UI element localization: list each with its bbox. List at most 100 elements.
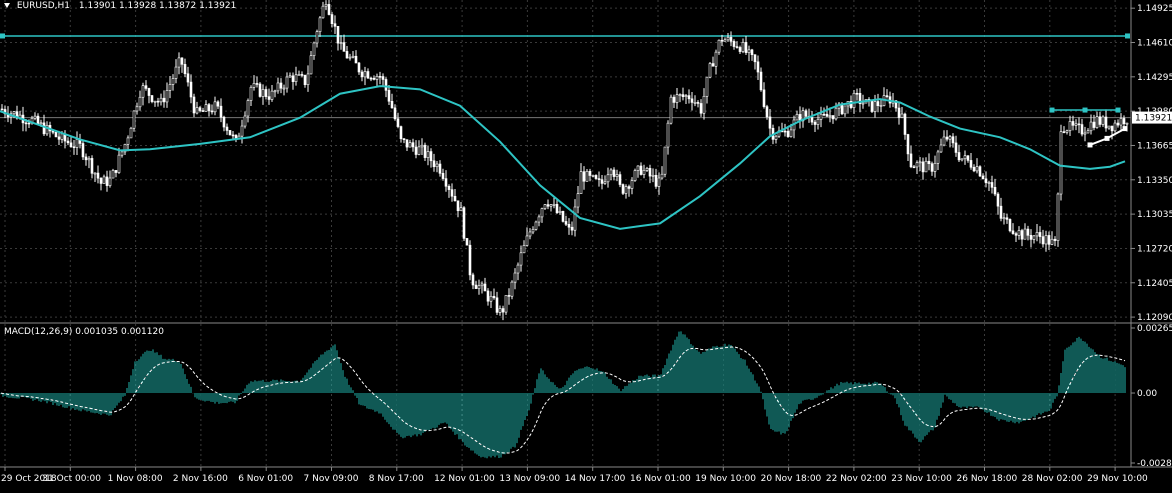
time-label: 14 Nov 17:00 xyxy=(565,474,626,484)
candle-body xyxy=(228,130,232,136)
candle-body xyxy=(444,178,448,187)
candle-body xyxy=(717,39,721,53)
candle-body xyxy=(1038,232,1042,237)
candle-body xyxy=(102,176,106,184)
candle-body xyxy=(828,115,832,117)
candle-body xyxy=(450,189,454,197)
channel-handle xyxy=(1082,107,1088,113)
candle-body xyxy=(1044,235,1048,245)
candle-body xyxy=(366,71,370,79)
candle-body xyxy=(639,165,643,175)
candle-body xyxy=(906,134,910,155)
candle-body xyxy=(993,187,997,195)
candle-body xyxy=(684,95,688,97)
candle-body xyxy=(870,99,874,112)
time-label: 23 Nov 10:00 xyxy=(891,474,952,484)
price-label: 1.14925 xyxy=(1137,4,1172,14)
candle-body xyxy=(231,134,235,137)
price-label: 1.14295 xyxy=(1137,73,1172,83)
candle-body xyxy=(663,146,667,175)
candle-body xyxy=(1017,230,1021,236)
candle-body xyxy=(165,90,169,103)
candle-body xyxy=(1041,236,1045,245)
candle-body xyxy=(426,151,430,158)
candle-body xyxy=(135,106,139,112)
macd-scale-label: -0.002854 xyxy=(1137,459,1172,469)
time-label: 22 Nov 02:00 xyxy=(826,474,887,484)
candle-body xyxy=(738,47,742,52)
candle-body xyxy=(741,42,745,52)
current-price-label: 1.13921 xyxy=(1135,114,1172,124)
candle-body xyxy=(759,71,763,91)
candle-body xyxy=(951,136,955,144)
candle-body xyxy=(1086,130,1090,134)
candle-body xyxy=(447,185,451,190)
candle-body xyxy=(834,107,838,120)
candle-body xyxy=(441,173,445,179)
candle-body xyxy=(735,46,739,48)
candle-body xyxy=(321,5,325,19)
candle-body xyxy=(1068,121,1072,131)
chart-window[interactable]: 1.149251.146101.142951.139801.136651.133… xyxy=(0,0,1172,489)
candle-body xyxy=(651,174,655,177)
dropdown-arrow-icon[interactable] xyxy=(4,3,10,8)
candle-body xyxy=(642,170,646,175)
candle-body xyxy=(210,110,214,113)
chart-canvas[interactable]: 1.149251.146101.142951.139801.136651.133… xyxy=(0,0,1172,489)
candle-body xyxy=(354,55,358,64)
candle-body xyxy=(306,73,310,86)
candle-body xyxy=(1071,121,1075,126)
candle-body xyxy=(699,103,703,114)
candle-body xyxy=(1092,121,1096,128)
candle-body xyxy=(303,74,307,86)
candle-body xyxy=(1080,124,1084,135)
candle-body xyxy=(630,180,634,189)
candle-body xyxy=(921,161,925,173)
candle-body xyxy=(462,207,466,239)
candle-body xyxy=(957,152,961,161)
candle-body xyxy=(54,131,58,138)
candle-body xyxy=(546,204,550,207)
candle-body xyxy=(423,144,427,158)
candle-body xyxy=(111,170,115,179)
candle-body xyxy=(177,57,181,68)
candle-body xyxy=(501,308,505,313)
candle-body xyxy=(519,252,523,266)
candle-body xyxy=(432,160,436,168)
candle-body xyxy=(984,178,988,184)
candle-body xyxy=(543,204,547,209)
candle-body xyxy=(477,285,481,289)
candle-body xyxy=(897,107,901,118)
candle-body xyxy=(270,90,274,100)
candle-body xyxy=(576,193,580,208)
candle-body xyxy=(714,51,718,67)
candle-body xyxy=(180,57,184,65)
candle-body xyxy=(909,153,913,168)
price-label: 1.12090 xyxy=(1137,313,1172,323)
candle-body xyxy=(966,155,970,161)
candle-body xyxy=(372,77,376,80)
candle-body xyxy=(1062,131,1066,133)
candle-body xyxy=(564,221,568,225)
candle-body xyxy=(558,210,562,213)
time-label: 8 Nov 17:00 xyxy=(369,474,424,484)
candle-body xyxy=(876,101,880,106)
candle-body xyxy=(753,54,757,63)
candle-body xyxy=(783,130,787,133)
time-label: 6 Nov 01:00 xyxy=(238,474,293,484)
macd-signal-line xyxy=(0,346,1126,454)
candle-body xyxy=(279,82,283,89)
signal-point xyxy=(1104,135,1110,141)
candle-body xyxy=(681,94,685,97)
candle-body xyxy=(579,171,583,194)
candle-body xyxy=(621,184,625,194)
candle-body xyxy=(879,105,883,107)
candle-body xyxy=(819,113,823,120)
ohlc-values: 1.13901 1.13928 1.13872 1.13921 xyxy=(78,1,237,11)
candle-body xyxy=(609,169,613,176)
candle-body xyxy=(75,139,79,148)
candle-body xyxy=(825,113,829,117)
candle-body xyxy=(1089,121,1093,132)
candle-body xyxy=(732,41,736,47)
candle-body xyxy=(552,204,556,206)
